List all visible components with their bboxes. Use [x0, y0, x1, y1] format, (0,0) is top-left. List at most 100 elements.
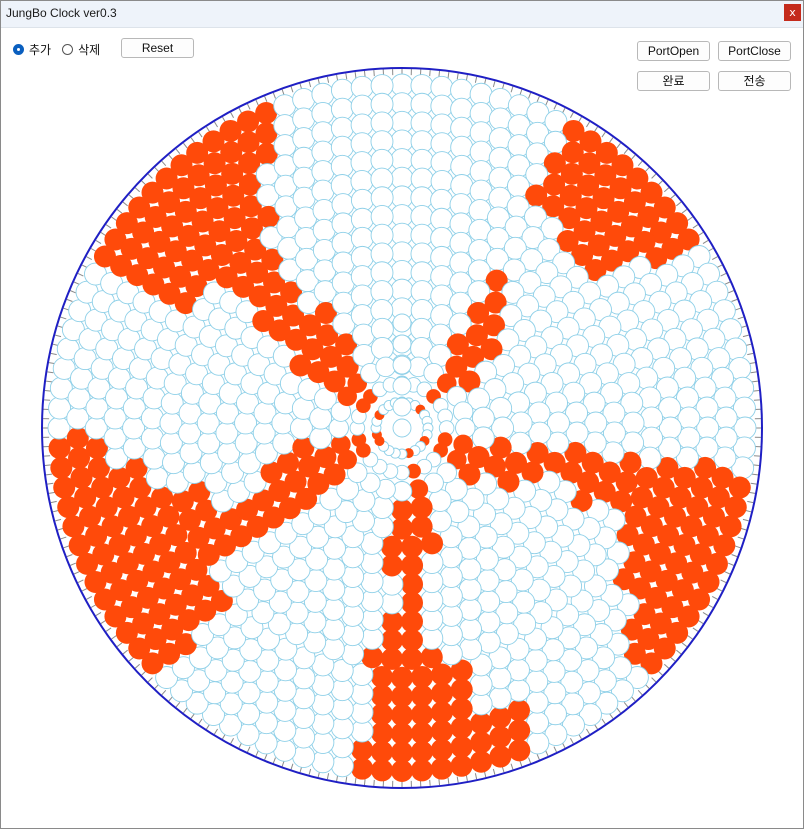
led-off	[331, 251, 355, 275]
led-on	[401, 554, 424, 577]
led-off	[420, 551, 444, 575]
led-on	[391, 666, 413, 689]
led-on	[635, 466, 658, 489]
hand-led	[392, 334, 412, 354]
led-off	[140, 426, 164, 450]
led-off	[439, 584, 463, 608]
led-off	[292, 107, 316, 131]
rim-tick	[753, 464, 760, 467]
led-on	[508, 739, 531, 762]
led-off	[469, 140, 493, 164]
led-on	[430, 738, 453, 761]
led-off	[331, 193, 355, 216]
led-off	[341, 623, 365, 647]
led-on	[450, 735, 473, 758]
led-off	[491, 416, 515, 440]
led-on	[391, 498, 413, 521]
led-off	[309, 406, 333, 430]
led-off	[439, 545, 463, 569]
led-off	[311, 101, 335, 125]
led-off	[459, 637, 483, 661]
led-off	[311, 82, 335, 106]
led-off	[471, 406, 495, 430]
hand-led	[392, 397, 412, 417]
app-window: JungBo Clock ver0.3 x 추가 삭제 Reset PortOp…	[0, 0, 804, 829]
led-on	[450, 754, 473, 777]
led-off	[350, 245, 374, 269]
led-off	[311, 692, 335, 716]
led-off	[439, 565, 463, 589]
led-on	[411, 684, 434, 707]
led-off	[311, 179, 335, 203]
led-off	[350, 304, 374, 328]
led-off	[331, 212, 355, 236]
led-off	[311, 140, 335, 164]
hand-led	[392, 418, 412, 438]
led-off	[640, 426, 664, 450]
led-off	[471, 426, 495, 450]
led-off	[469, 82, 493, 106]
led-on	[470, 731, 493, 754]
led-on	[410, 515, 433, 538]
led-off	[142, 446, 166, 470]
led-on	[470, 750, 493, 773]
led-off	[469, 121, 493, 145]
led-on	[489, 745, 512, 768]
rim-tick	[44, 464, 51, 467]
led-on	[430, 720, 453, 743]
led-off	[508, 431, 532, 455]
led-off	[311, 711, 335, 735]
led-off	[450, 154, 474, 178]
rim-tick	[438, 779, 441, 786]
led-off	[311, 160, 335, 183]
rim-tick	[438, 70, 441, 77]
hand-led	[392, 355, 412, 375]
led-off	[292, 146, 316, 170]
led-off	[469, 101, 493, 125]
led-on	[507, 699, 530, 722]
led-on	[450, 697, 473, 720]
led-off	[289, 416, 313, 440]
led-on	[489, 706, 512, 729]
led-on	[450, 716, 473, 739]
led-off	[330, 154, 354, 178]
led-clock-canvas[interactable]	[1, 1, 803, 828]
led-off	[370, 336, 394, 360]
led-on	[410, 496, 433, 519]
led-off	[272, 431, 296, 455]
led-on	[430, 757, 453, 780]
led-on	[370, 684, 393, 707]
led-off	[292, 87, 316, 111]
rim-tick	[363, 779, 366, 786]
led-on	[508, 719, 531, 742]
led-off	[375, 356, 396, 378]
led-off	[311, 750, 335, 774]
led-on	[470, 712, 493, 735]
led-off	[311, 121, 335, 145]
led-off	[311, 731, 335, 755]
led-off	[430, 245, 454, 269]
led-off	[439, 603, 463, 627]
led-off	[459, 617, 482, 641]
led-off	[360, 551, 384, 575]
led-off	[331, 231, 355, 255]
led-off	[488, 686, 512, 710]
rim-tick	[753, 389, 760, 392]
led-off	[638, 446, 662, 470]
led-off	[429, 509, 452, 533]
led-off	[309, 426, 333, 450]
rim-tick	[44, 389, 51, 392]
led-on	[380, 554, 403, 577]
led-off	[350, 284, 374, 308]
led-on	[450, 678, 473, 701]
led-on	[431, 682, 454, 705]
hand-led	[392, 376, 412, 396]
led-off	[350, 265, 374, 289]
hand-led	[392, 313, 412, 333]
led-off	[330, 678, 354, 702]
led-off	[469, 673, 493, 696]
led-on	[430, 701, 453, 724]
led-off	[439, 623, 463, 647]
led-on	[351, 757, 374, 780]
rim-tick	[363, 70, 366, 77]
